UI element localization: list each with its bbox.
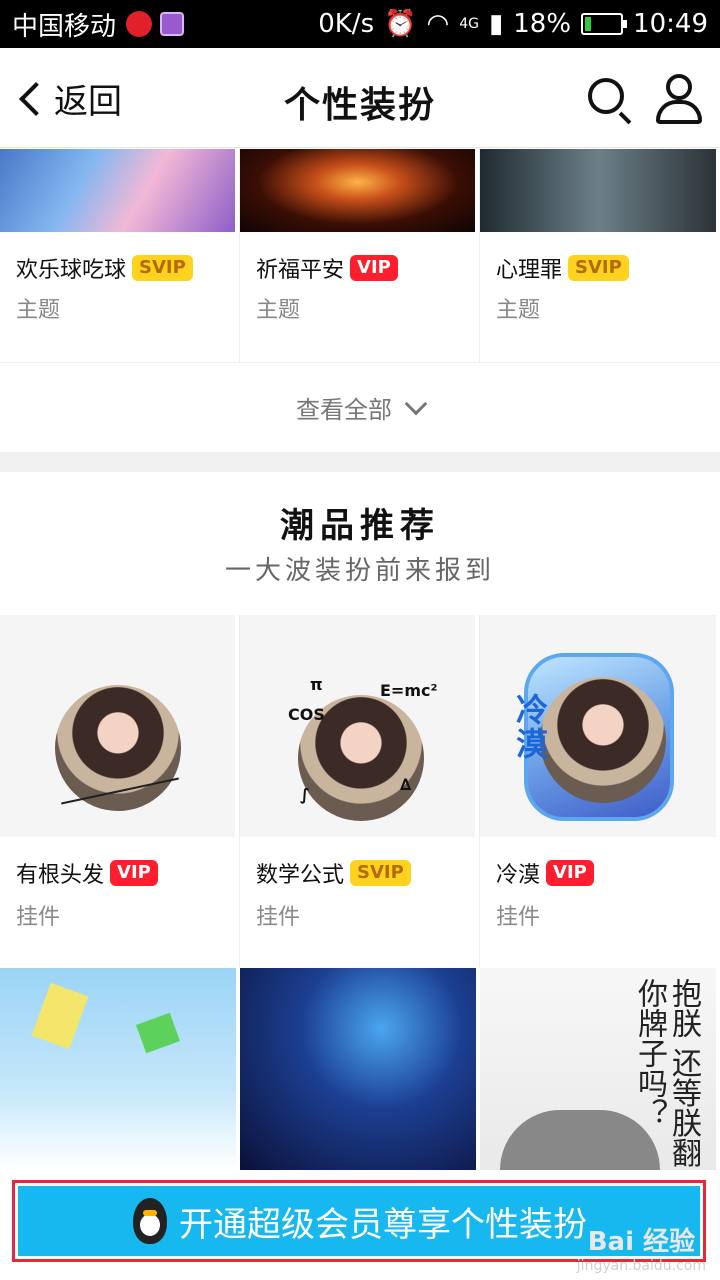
pendant-list: 有根头发 VIP 挂件 π E=mc² COS ∫ ∆ 数学公式 SVIP 挂件…	[0, 615, 720, 967]
pendant-type: 挂件	[496, 905, 541, 930]
qq-penguin-belly	[140, 1214, 160, 1236]
user-icon-head	[666, 74, 692, 100]
svip-badge: SVIP	[568, 255, 629, 281]
battery-percent: 18%	[513, 9, 572, 39]
pendant-card[interactable]: 有根头发 VIP 挂件	[0, 615, 240, 967]
theme-thumbnail	[240, 149, 475, 232]
pendant-type: 挂件	[256, 905, 301, 930]
math-decoration: E=mc²	[380, 681, 438, 700]
item-card[interactable]	[240, 968, 480, 1170]
kite-thumbnail	[0, 968, 236, 1170]
avatar	[540, 677, 666, 803]
pendant-name: 数学公式	[256, 863, 345, 888]
theme-card[interactable]: 心理罪 SVIP 主题	[480, 149, 720, 362]
math-decoration: ∫	[300, 785, 310, 804]
theme-type: 主题	[256, 298, 301, 323]
pendant-name-row: 数学公式 SVIP	[256, 857, 411, 889]
section-subtitle: 一大波装扮前来报到	[224, 556, 495, 586]
theme-name-row: 祈福平安 VIP	[256, 252, 398, 284]
math-decoration: ∆	[400, 775, 412, 794]
theme-name-row: 欢乐球吃球 SVIP	[16, 252, 193, 284]
pendant-preview	[0, 615, 235, 837]
pendant-name-row: 有根头发 VIP	[16, 857, 158, 889]
item-card[interactable]: 抱朕 还等朕翻你牌子吗？	[480, 968, 720, 1170]
theme-card[interactable]: 欢乐球吃球 SVIP 主题	[0, 149, 240, 362]
nav-bar: 返回 个性装扮	[0, 48, 720, 148]
pendant-type: 挂件	[16, 905, 61, 930]
view-all-button[interactable]: 查看全部	[0, 362, 720, 452]
theme-type: 主题	[496, 298, 541, 323]
clock: 10:49	[633, 9, 708, 39]
kite-decoration	[135, 1012, 181, 1054]
view-all-label: 查看全部	[296, 396, 392, 424]
theme-list: 欢乐球吃球 SVIP 主题 祈福平安 VIP 主题 心理罪 SVIP 主题	[0, 149, 720, 362]
network-type: 4G	[459, 16, 479, 32]
theme-thumbnail	[0, 149, 235, 232]
math-decoration: π	[310, 675, 323, 694]
user-icon[interactable]	[656, 74, 702, 124]
theme-name-row: 心理罪 SVIP	[496, 252, 629, 284]
watermark-brand: Bai 经验	[587, 1227, 696, 1257]
more-items-row: 抱朕 还等朕翻你牌子吗？	[0, 968, 720, 1170]
pendant-name: 有根头发	[16, 863, 105, 888]
search-icon[interactable]	[588, 78, 624, 114]
pendant-preview: 冷漠	[480, 615, 716, 837]
chevron-down-icon	[404, 392, 428, 415]
pendant-preview: π E=mc² COS ∫ ∆	[240, 615, 475, 837]
pendant-card[interactable]: π E=mc² COS ∫ ∆ 数学公式 SVIP 挂件	[240, 615, 480, 967]
theme-thumbnail	[480, 149, 716, 232]
signal-icon: ▮	[488, 9, 504, 39]
battery-icon	[581, 13, 628, 35]
cold-text-decoration: 冷漠	[516, 691, 549, 763]
cat-thumbnail: 抱朕 还等朕翻你牌子吗？	[480, 968, 716, 1170]
svip-badge: SVIP	[132, 255, 193, 281]
theme-card[interactable]: 祈福平安 VIP 主题	[240, 149, 480, 362]
theme-name: 心理罪	[496, 258, 563, 283]
theme-type: 主题	[16, 298, 61, 323]
vip-badge: VIP	[350, 255, 398, 281]
qq-penguin-icon	[131, 1198, 169, 1244]
section-title: 潮品推荐	[280, 506, 440, 546]
open-svip-label: 开通超级会员尊享个性装扮	[179, 1204, 587, 1245]
pendant-name-row: 冷漠 VIP	[496, 857, 594, 889]
starry-sky-thumbnail	[240, 968, 476, 1170]
math-decoration: COS	[288, 705, 325, 724]
vip-badge: VIP	[110, 860, 158, 886]
watermark: Bai 经验 jingyan.baidu.com	[577, 1221, 706, 1274]
section-divider	[0, 452, 720, 472]
image-notification-icon	[160, 12, 185, 36]
battery-fill	[585, 17, 592, 31]
theme-name: 欢乐球吃球	[16, 258, 127, 283]
pendant-name: 冷漠	[496, 863, 541, 888]
vip-badge: VIP	[546, 860, 594, 886]
status-bar: 中国移动 0K/s ⏰ ◠ 4G ▮ 18% 10:49	[0, 0, 720, 48]
kite-decoration	[31, 982, 89, 1050]
alarm-icon: ⏰	[384, 9, 417, 39]
theme-name: 祈福平安	[256, 258, 345, 283]
carrier-name: 中国移动	[12, 11, 117, 42]
wifi-icon: ◠	[426, 9, 450, 39]
item-card[interactable]	[0, 968, 240, 1170]
pendant-card[interactable]: 冷漠 冷漠 VIP 挂件	[480, 615, 720, 967]
watermark-url: jingyan.baidu.com	[576, 1258, 706, 1274]
user-icon-body	[656, 100, 702, 124]
notification-app-icon	[126, 11, 153, 37]
svip-badge: SVIP	[350, 860, 411, 886]
qq-penguin-beak	[143, 1210, 157, 1216]
network-speed: 0K/s	[318, 9, 375, 39]
